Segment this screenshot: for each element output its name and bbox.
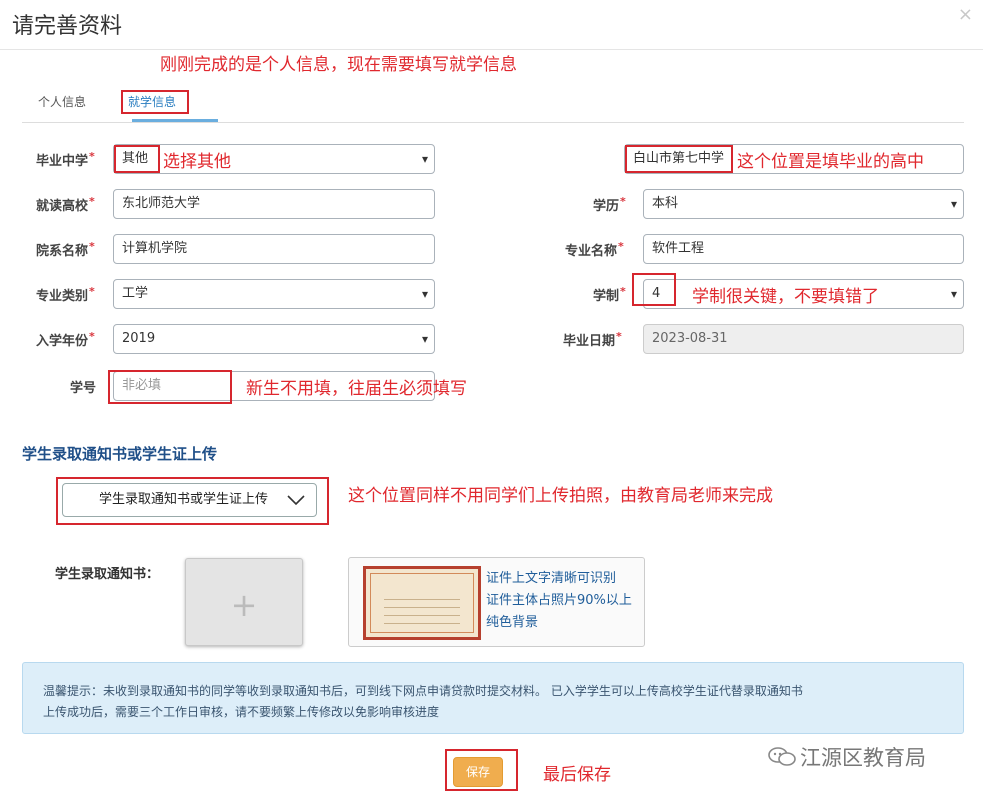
sample-example-card: 证件上文字清晰可识别 证件主体占照片90%以上 纯色背景 xyxy=(348,557,645,647)
entry-year-value: 2019 xyxy=(122,331,156,346)
certificate-line xyxy=(384,615,460,616)
graduation-date-input: 2023-08-31 xyxy=(643,324,964,354)
certificate-line xyxy=(384,623,460,624)
label-major-category: 专业类别* xyxy=(36,285,95,304)
close-icon[interactable]: × xyxy=(958,4,973,25)
annotation-choose-other: 选择其他 xyxy=(163,152,231,172)
label-text: 院系名称 xyxy=(36,244,89,259)
notice-line-2: 上传成功后，需要三个工作日审核，请不要频繁上传修改以免影响审核进度 xyxy=(43,705,440,719)
required-mark: * xyxy=(618,240,624,253)
high-school-select[interactable]: 其他 xyxy=(113,144,435,174)
major-category-value: 工学 xyxy=(122,286,149,301)
highlight-box-tab xyxy=(121,90,189,114)
highlight-box-upload xyxy=(56,477,329,525)
university-value: 东北师范大学 xyxy=(122,196,201,211)
required-mark: * xyxy=(89,330,95,343)
label-text: 就读高校 xyxy=(36,199,89,214)
sample-requirement-line: 证件上文字清晰可识别 xyxy=(486,571,617,586)
department-value: 计算机学院 xyxy=(122,241,188,256)
annotation-top: 刚刚完成的是个人信息，现在需要填写就学信息 xyxy=(160,55,517,75)
sample-requirements: 证件上文字清晰可识别 证件主体占照片90%以上 纯色背景 xyxy=(486,568,632,634)
major-input[interactable]: 软件工程 xyxy=(643,234,964,264)
entry-year-select[interactable]: 2019 xyxy=(113,324,435,354)
highlight-box-other xyxy=(114,145,160,173)
certificate-line xyxy=(384,607,460,608)
watermark-text: 江源区教育局 xyxy=(800,746,926,770)
sample-requirement-line: 证件主体占照片90%以上 xyxy=(486,593,632,608)
label-department: 院系名称* xyxy=(36,240,95,259)
dialog-title: 请完善资料 xyxy=(12,14,123,39)
label-text: 入学年份 xyxy=(36,334,89,349)
notice-line-1: 温馨提示：未收到录取通知书的同学等收到录取通知书后，可到线下网点申请贷款时提交材… xyxy=(43,684,803,698)
annotation-duration-hint: 学制很关键，不要填错了 xyxy=(692,287,879,307)
major-value: 软件工程 xyxy=(652,241,705,256)
annotation-high-school-hint: 这个位置是填毕业的高中 xyxy=(737,152,924,172)
annotation-upload-hint: 这个位置同样不用同学们上传拍照，由教育局老师来完成 xyxy=(348,486,773,506)
degree-value: 本科 xyxy=(652,196,679,211)
highlight-box-save xyxy=(445,749,518,791)
label-text: 毕业日期 xyxy=(563,334,616,349)
required-mark: * xyxy=(89,150,95,163)
certificate-sample-image xyxy=(363,566,481,640)
degree-select[interactable]: 本科 xyxy=(643,189,964,219)
required-mark: * xyxy=(89,285,95,298)
plus-icon: + xyxy=(230,586,258,624)
label-text: 学历 xyxy=(593,199,620,214)
major-category-select[interactable]: 工学 xyxy=(113,279,435,309)
required-mark: * xyxy=(89,195,95,208)
required-mark: * xyxy=(620,195,626,208)
notice-banner: 温馨提示：未收到录取通知书的同学等收到录取通知书后，可到线下网点申请贷款时提交材… xyxy=(22,662,964,734)
label-university: 就读高校* xyxy=(36,195,95,214)
highlight-box-high-school-name xyxy=(625,145,733,173)
label-entry-year: 入学年份* xyxy=(36,330,95,349)
highlight-box-student-id xyxy=(108,370,232,404)
upload-label: 学生录取通知书： xyxy=(55,567,160,582)
dialog-header: 请完善资料 × xyxy=(0,0,983,50)
label-high-school: 毕业中学* xyxy=(36,150,95,169)
department-input[interactable]: 计算机学院 xyxy=(113,234,435,264)
annotation-save-hint: 最后保存 xyxy=(543,765,611,785)
sample-requirement-line: 纯色背景 xyxy=(486,615,539,630)
certificate-line xyxy=(384,599,460,600)
label-major: 专业名称* xyxy=(565,240,624,259)
upload-image-button[interactable]: + xyxy=(185,558,303,646)
certificate-inner-border xyxy=(370,573,474,633)
annotation-student-id-hint: 新生不用填，往届生必须填写 xyxy=(246,379,467,399)
label-text: 毕业中学 xyxy=(36,154,89,169)
chat-bubble-icon xyxy=(768,746,796,768)
upload-section-title: 学生录取通知书或学生证上传 xyxy=(22,445,218,463)
label-text: 专业类别 xyxy=(36,289,89,304)
required-mark: * xyxy=(616,330,622,343)
label-text: 学制 xyxy=(593,289,620,304)
label-duration: 学制* xyxy=(593,285,626,304)
label-text: 专业名称 xyxy=(565,244,618,259)
university-input[interactable]: 东北师范大学 xyxy=(113,189,435,219)
highlight-box-duration xyxy=(632,273,676,306)
watermark: 江源区教育局 xyxy=(768,742,926,772)
tab-personal-info[interactable]: 个人信息 xyxy=(38,93,86,110)
label-graduation-date: 毕业日期* xyxy=(563,330,622,349)
graduation-date-value: 2023-08-31 xyxy=(652,331,728,346)
required-mark: * xyxy=(620,285,626,298)
active-tab-indicator xyxy=(132,119,218,122)
label-student-id: 学号 xyxy=(70,381,97,396)
label-degree: 学历* xyxy=(593,195,626,214)
required-mark: * xyxy=(89,240,95,253)
